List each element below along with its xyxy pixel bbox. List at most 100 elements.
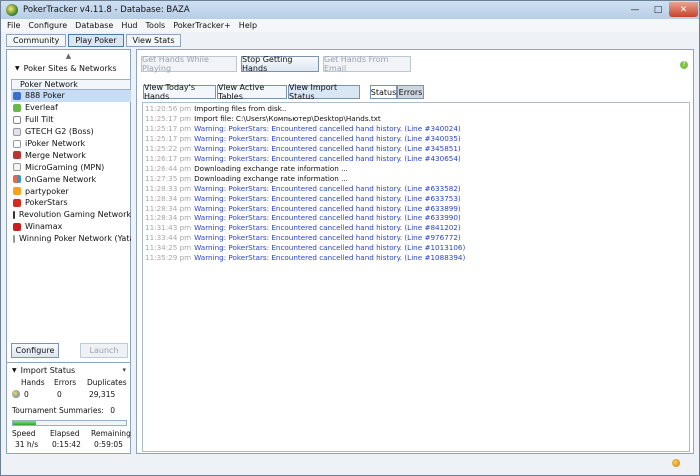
duplicates-value: 29,315: [89, 390, 116, 399]
log-line: 11:25:22 pm Warning: PokerStars: Encounte…: [145, 144, 461, 153]
winamax-icon: [13, 222, 21, 231]
log-timestamp: 11:28:34 pm: [145, 193, 192, 203]
log-line: 11:26:17 pm Warning: PokerStars: Encounte…: [145, 154, 461, 163]
network-item-partypoker[interactable]: partypoker: [11, 185, 131, 197]
menu-tools[interactable]: Tools: [146, 21, 166, 30]
888-poker-icon: [13, 91, 21, 100]
window-title: PokerTracker v4.11.8 - Database: BAZA: [23, 5, 190, 15]
menu-help[interactable]: Help: [239, 21, 257, 30]
log-line: 11:35:29 pm Warning: PokerStars: Encounte…: [145, 253, 465, 262]
launch-button[interactable]: Launch: [80, 343, 128, 358]
gtech-icon: [13, 127, 21, 136]
log-message: Warning: PokerStars: Encountered cancell…: [194, 143, 461, 153]
view-todays-hands-button[interactable]: View Today's Hands: [143, 83, 216, 101]
hands-value: 0: [24, 390, 29, 399]
status-log-tab[interactable]: Status: [370, 85, 397, 99]
main-tabs: Community Play Poker View Stats: [6, 34, 183, 47]
stop-getting-hands-button[interactable]: Stop Getting Hands: [241, 55, 319, 73]
log-message: Warning: PokerStars: Encountered cancell…: [194, 183, 461, 193]
network-label: OnGame Network: [25, 174, 97, 184]
pokerstars-icon: [13, 198, 21, 207]
elapsed-header: Elapsed: [50, 429, 80, 438]
tab-view-stats[interactable]: View Stats: [125, 34, 182, 47]
log-line: 11:20:56 pm Importing files from disk..: [145, 104, 286, 113]
network-label: Winamax: [25, 222, 63, 232]
network-label: 888 Poker: [25, 91, 65, 101]
network-item-pokerstars[interactable]: PokerStars: [11, 197, 131, 209]
network-list: Poker Network 888 Poker Everleaf Full Ti…: [11, 79, 131, 245]
network-item-gtech[interactable]: GTECH G2 (Boss): [11, 126, 131, 138]
sites-section-title: ▼ Poker Sites & Networks: [15, 64, 117, 73]
log-message: Warning: PokerStars: Encountered cancell…: [194, 133, 461, 143]
close-icon[interactable]: ✕: [669, 2, 698, 17]
network-item-ipoker[interactable]: iPoker Network: [11, 138, 131, 150]
title-bar: PokerTracker v4.11.8 - Database: BAZA — …: [1, 1, 699, 19]
remaining-header: Remaining: [91, 429, 131, 438]
errors-log-tab[interactable]: Errors: [397, 85, 424, 99]
errors-header: Errors: [54, 378, 77, 387]
import-status-label: Import Status: [20, 366, 76, 375]
get-hands-from-email-button[interactable]: Get Hands From Email: [323, 55, 411, 73]
log-line: 11:25:17 pm Warning: PokerStars: Encounte…: [145, 134, 461, 143]
log-timestamp: 11:28:34 pm: [145, 213, 192, 223]
hands-header: Hands: [21, 378, 45, 387]
network-item-winamax[interactable]: Winamax: [11, 221, 131, 233]
tab-community[interactable]: Community: [6, 34, 67, 47]
log-timestamp: 11:20:56 pm: [145, 104, 192, 113]
log-timestamp: 11:33:44 pm: [145, 233, 192, 243]
collapse-triangle-icon[interactable]: ▼: [12, 367, 17, 374]
maximize-icon[interactable]: □: [647, 2, 669, 17]
import-log[interactable]: 11:20:56 pm Importing files from disk.. 11…: [142, 102, 690, 452]
microgaming-icon: [13, 163, 21, 172]
log-timestamp: 11:25:17 pm: [145, 123, 192, 133]
errors-value: 0: [57, 390, 62, 399]
network-label: Full Tilt: [25, 115, 54, 125]
network-list-header[interactable]: Poker Network: [11, 79, 131, 90]
network-item-microgaming[interactable]: MicroGaming (MPN): [11, 161, 131, 173]
network-item-winning-poker[interactable]: Winning Poker Network (Yatahay: [11, 233, 131, 245]
log-message: Warning: PokerStars: Encountered cancell…: [194, 213, 461, 223]
configure-button[interactable]: Configure: [11, 343, 59, 358]
log-line: 11:34:25 pm Warning: PokerStars: Encounte…: [145, 243, 465, 252]
log-line: 11:28:34 pm Warning: PokerStars: Encounte…: [145, 204, 461, 213]
log-message: Warning: PokerStars: Encountered cancell…: [194, 193, 461, 203]
dropdown-arrow-icon[interactable]: ▾: [122, 366, 126, 374]
elapsed-value: 0:15:42: [52, 440, 81, 449]
network-item-revolution[interactable]: Revolution Gaming Network: [11, 209, 131, 221]
network-item-everleaf[interactable]: Everleaf: [11, 102, 131, 114]
log-message: Warning: PokerStars: Encountered cancell…: [194, 123, 461, 133]
network-item-merge[interactable]: Merge Network: [11, 149, 131, 161]
network-item-888-poker[interactable]: 888 Poker: [11, 90, 131, 102]
log-line: 11:33:44 pm Warning: PokerStars: Encounte…: [145, 233, 461, 242]
network-label: partypoker: [25, 186, 69, 196]
get-hands-while-playing-button[interactable]: Get Hands While Playing: [141, 55, 237, 73]
log-timestamp: 11:25:17 pm: [145, 133, 192, 143]
view-import-status-button[interactable]: View Import Status: [288, 83, 360, 101]
help-icon[interactable]: ?: [680, 61, 688, 69]
collapse-triangle-icon[interactable]: ▼: [15, 65, 20, 72]
log-line: 11:27:35 pm Downloading exchange rate inf…: [145, 174, 348, 183]
log-line: 11:28:34 pm Warning: PokerStars: Encounte…: [145, 194, 461, 203]
menu-hud[interactable]: Hud: [121, 21, 137, 30]
log-timestamp: 11:26:44 pm: [145, 163, 192, 173]
ongame-icon: [13, 175, 21, 184]
import-status-title: ▼ Import Status: [12, 366, 75, 375]
view-active-tables-button[interactable]: View Active Tables: [217, 83, 287, 101]
menu-pokertracker-plus[interactable]: PokerTracker+: [173, 21, 231, 30]
log-message: Import file: C:\Users\Компьютер\Desktop\…: [194, 113, 381, 123]
network-item-full-tilt[interactable]: Full Tilt: [11, 114, 131, 126]
menu-file[interactable]: File: [7, 21, 20, 30]
log-message: Warning: PokerStars: Encountered cancell…: [194, 153, 461, 163]
tab-play-poker[interactable]: Play Poker: [68, 34, 124, 47]
network-label: iPoker Network: [25, 139, 86, 148]
import-coin-icon: [12, 390, 20, 398]
minimize-icon[interactable]: —: [623, 2, 647, 17]
menu-database[interactable]: Database: [75, 21, 113, 30]
collapse-handle-icon[interactable]: ▲: [7, 50, 130, 62]
import-progress-fill: [13, 421, 36, 425]
log-timestamp: 11:27:35 pm: [145, 173, 192, 183]
network-item-ongame[interactable]: OnGame Network: [11, 173, 131, 185]
menu-configure[interactable]: Configure: [28, 21, 67, 30]
import-panel: Get Hands While Playing Stop Getting Han…: [136, 49, 694, 454]
log-message: Warning: PokerStars: Encountered cancell…: [194, 233, 461, 243]
